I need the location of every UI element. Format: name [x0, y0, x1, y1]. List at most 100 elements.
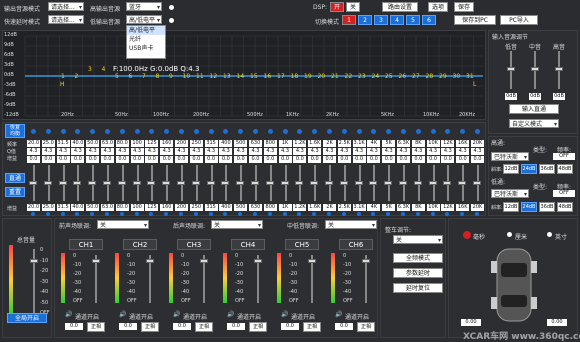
channel-value[interactable]: 0.0: [335, 323, 353, 330]
channel-slider-knob[interactable]: [362, 259, 370, 263]
band-gain-cell[interactable]: 0.0: [101, 156, 114, 163]
global-enable-button[interactable]: 全局开启: [7, 313, 47, 323]
band-select-dot[interactable]: [179, 129, 184, 134]
band-gain-cell[interactable]: 0.0: [249, 156, 262, 163]
bass-value[interactable]: 0dB: [505, 93, 517, 100]
band-freq-cell[interactable]: 250: [189, 140, 203, 147]
band-bottom-dot[interactable]: [401, 212, 405, 216]
band-slider-knob[interactable]: [132, 181, 141, 185]
band-slider-knob[interactable]: [473, 181, 481, 185]
band-bottom-value[interactable]: 6.3K: [397, 204, 410, 211]
param-delay-button[interactable]: 参数延时: [393, 268, 443, 278]
band-select-dot[interactable]: [386, 129, 392, 134]
channel-button-ch4[interactable]: CH4: [231, 239, 265, 250]
band-gain-cell[interactable]: 0.0: [411, 156, 425, 163]
eq-band-marker[interactable]: 9: [169, 73, 173, 80]
eq-band-marker[interactable]: 2: [75, 73, 79, 80]
full-range-mode-button[interactable]: 全频模式: [393, 253, 443, 263]
band-q-cell[interactable]: 4.3: [352, 148, 366, 155]
band-bottom-value[interactable]: 500: [234, 204, 248, 211]
speaker-icon[interactable]: 🔊: [173, 311, 180, 318]
hp-slope-48[interactable]: 48dB: [557, 164, 573, 174]
channel-value[interactable]: 0.0: [173, 323, 191, 330]
eq-band-marker[interactable]: 3: [88, 66, 92, 73]
eq-band-marker[interactable]: 28: [426, 73, 434, 80]
eq-band-marker[interactable]: 1: [61, 73, 65, 80]
band-slider-knob[interactable]: [399, 181, 407, 185]
band-slider-knob[interactable]: [325, 181, 333, 185]
band-select-dot[interactable]: [297, 129, 303, 134]
band-select-dot[interactable]: [415, 129, 421, 134]
save-button[interactable]: 保存: [454, 2, 474, 12]
band-bottom-dot[interactable]: [312, 212, 317, 216]
channel-button-ch1[interactable]: CH1: [69, 239, 103, 250]
treble-value[interactable]: 0dB: [553, 93, 565, 100]
eq-band-marker[interactable]: 17: [277, 73, 285, 80]
band-bottom-value[interactable]: 315: [204, 204, 218, 211]
channel-phase-button[interactable]: 正相: [141, 322, 159, 332]
channel-slider-knob[interactable]: [254, 259, 262, 263]
band-gain-cell[interactable]: 0.0: [175, 156, 188, 163]
band-bottom-value[interactable]: 20K: [471, 204, 484, 211]
band-freq-cell[interactable]: 4K: [367, 140, 381, 147]
band-gain-cell[interactable]: 0.0: [382, 156, 396, 163]
band-bottom-value[interactable]: 3.1K: [352, 204, 366, 211]
channel-phase-button[interactable]: 正相: [249, 322, 267, 332]
delay-value-left[interactable]: 0.00: [461, 319, 481, 326]
band-gain-cell[interactable]: 0.0: [71, 156, 85, 163]
band-gain-cell[interactable]: 0.0: [234, 156, 248, 163]
channel-slider-knob[interactable]: [92, 259, 100, 263]
unit-ms-radio[interactable]: [463, 231, 471, 239]
band-bottom-value[interactable]: 100: [130, 204, 144, 211]
band-bottom-dot[interactable]: [327, 212, 331, 216]
band-slider-knob[interactable]: [191, 181, 200, 185]
channel-phase-button[interactable]: 正相: [303, 322, 321, 332]
band-gain-cell[interactable]: 0.0: [367, 156, 381, 163]
router-settings-button[interactable]: 路由设置: [382, 2, 418, 12]
band-select-dot[interactable]: [460, 129, 466, 134]
band-bottom-value[interactable]: 125: [145, 204, 159, 211]
band-bottom-dot[interactable]: [297, 212, 302, 216]
band-slider-knob[interactable]: [428, 181, 437, 185]
mode-button-1[interactable]: 1: [342, 15, 356, 25]
dropdown-option[interactable]: USB声卡: [127, 44, 165, 53]
band-slider-knob[interactable]: [29, 181, 37, 185]
band-gain-cell[interactable]: 0.0: [219, 156, 233, 163]
band-bottom-dot[interactable]: [415, 212, 420, 216]
input-direct-button[interactable]: 输入直通: [509, 104, 559, 114]
band-select-dot[interactable]: [341, 129, 347, 134]
mode-button-6[interactable]: 6: [422, 15, 436, 25]
band-q-cell[interactable]: 4.3: [249, 148, 262, 155]
mid-slider-knob[interactable]: [531, 67, 539, 71]
band-q-cell[interactable]: 4.3: [308, 148, 322, 155]
band-bottom-dot[interactable]: [475, 212, 479, 216]
band-q-cell[interactable]: 4.3: [56, 148, 70, 155]
band-select-dot[interactable]: [119, 129, 125, 134]
band-q-cell[interactable]: 4.3: [101, 148, 114, 155]
band-bottom-value[interactable]: 12K: [441, 204, 455, 211]
channel-phase-button[interactable]: 正相: [357, 322, 375, 332]
band-slider-knob[interactable]: [73, 181, 82, 185]
dropdown-option[interactable]: 光纤: [127, 35, 165, 44]
band-select-dot[interactable]: [445, 129, 451, 134]
hp-slope-36[interactable]: 36dB: [539, 164, 555, 174]
channel-phase-button[interactable]: 正相: [195, 322, 213, 332]
band-freq-cell[interactable]: 80.0: [115, 140, 129, 147]
band-freq-cell[interactable]: 800: [263, 140, 277, 147]
restore-eq-button[interactable]: 恢复 均衡: [5, 124, 25, 138]
band-bottom-value[interactable]: 2K: [323, 204, 336, 211]
band-bottom-value[interactable]: 25.0: [41, 204, 55, 211]
band-bottom-value[interactable]: 160: [160, 204, 174, 211]
channel-value[interactable]: 0.0: [119, 323, 137, 330]
band-slider-knob[interactable]: [103, 181, 111, 185]
delay-reset-button[interactable]: 延时复位: [393, 283, 443, 293]
band-gain-cell[interactable]: 0.0: [160, 156, 174, 163]
band-gain-cell[interactable]: 0.0: [426, 156, 440, 163]
mid-value[interactable]: 0dB: [529, 93, 541, 100]
eq-band-marker[interactable]: 14: [237, 73, 245, 80]
unit-cm-radio[interactable]: [507, 232, 512, 237]
band-q-cell[interactable]: 4.3: [323, 148, 336, 155]
band-gain-cell[interactable]: 0.0: [27, 156, 40, 163]
front-link-select[interactable]: 关: [97, 220, 149, 230]
band-slider-knob[interactable]: [458, 181, 467, 185]
